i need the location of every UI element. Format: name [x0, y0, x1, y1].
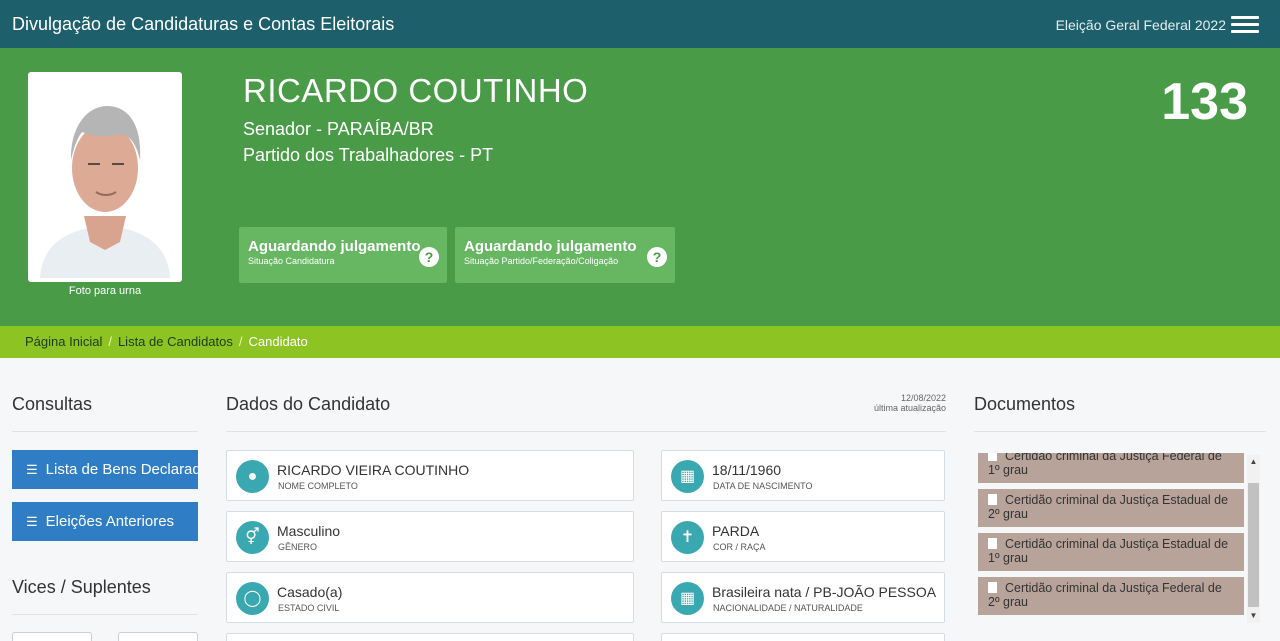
field-value: RICARDO VIEIRA COUTINHO	[277, 462, 470, 478]
candidate-header: Foto para urna RICARDO COUTINHO Senador …	[0, 48, 1280, 326]
breadcrumb-home[interactable]: Página Inicial	[25, 334, 102, 349]
candidate-number: 133	[1161, 73, 1248, 131]
button-label: Lista de Bens Declarados	[45, 461, 198, 478]
candidate-photo	[28, 72, 182, 282]
top-navbar: Divulgação de Candidaturas e Contas Elei…	[0, 0, 1280, 48]
candidate-office: Senador - PARAÍBA/BR	[243, 119, 434, 139]
scroll-thumb[interactable]	[1248, 483, 1259, 607]
status-title: Aguardando julgamento	[464, 238, 637, 255]
field-label: DATA DE NASCIMENTO	[713, 481, 813, 491]
field-nacionalidade: ▦ Brasileira nata / PB-JOÃO PESSOA NACIO…	[661, 572, 945, 623]
question-circle-icon[interactable]: ?	[647, 247, 667, 267]
photo-caption: Foto para urna	[68, 285, 142, 297]
field-value: PARDA	[712, 523, 760, 539]
document-label: Certidão criminal da Justiça Estadual de…	[988, 537, 1229, 565]
file-icon	[988, 494, 997, 505]
file-icon	[988, 538, 997, 549]
status-subtitle: Situação Partido/Federação/Coligação	[464, 256, 619, 266]
candidate-name: RICARDO COUTINHO	[243, 72, 589, 109]
field-nome-completo: ● RICARDO VIEIRA COUTINHO NOME COMPLETO	[226, 450, 634, 501]
field-label: ESTADO CIVIL	[278, 603, 340, 613]
list-icon: ☰	[26, 514, 38, 529]
status-title: Aguardando julgamento	[248, 238, 421, 255]
breadcrumb-candidate-list[interactable]: Lista de Candidatos	[118, 334, 233, 349]
document-item[interactable]: Certidão criminal da Justiça Federal de …	[978, 577, 1244, 615]
field-label: COR / RAÇA	[713, 542, 766, 552]
divider	[226, 431, 946, 432]
field-cor-raca: ✝ PARDA COR / RAÇA	[661, 511, 945, 562]
file-icon	[988, 453, 997, 461]
field-estado-civil: ◯ Casado(a) ESTADO CIVIL	[226, 572, 634, 623]
map-icon: ▦	[671, 582, 704, 615]
vices-title: Vices / Suplentes	[12, 577, 151, 597]
suplente-card[interactable]	[118, 632, 198, 641]
breadcrumb: Página Inicial / Lista de Candidatos / Candi…	[0, 326, 1280, 358]
candidate-portrait-image	[32, 76, 178, 278]
scroll-up-icon[interactable]: ▲	[1247, 457, 1260, 466]
calendar-icon: ▦	[671, 460, 704, 493]
status-candidatura: Aguardando julgamento Situação Candidatu…	[239, 227, 447, 283]
document-item[interactable]: Certidão criminal da Justiça Estadual de…	[978, 533, 1244, 571]
field-card-partial	[226, 633, 634, 641]
user-icon: ●	[236, 460, 269, 493]
scroll-down-icon[interactable]: ▼	[1247, 611, 1260, 620]
document-item[interactable]: Certidão criminal da Justiça Estadual de…	[978, 489, 1244, 527]
field-value: Brasileira nata / PB-JOÃO PESSOA	[712, 584, 937, 600]
ring-icon: ◯	[236, 582, 269, 615]
status-subtitle: Situação Candidatura	[248, 256, 335, 266]
breadcrumb-current: Candidato	[248, 334, 308, 349]
candidate-party: Partido dos Trabalhadores - PT	[243, 145, 494, 165]
eleicoes-anteriores-button[interactable]: ☰ Eleições Anteriores	[12, 502, 198, 541]
field-genero: ⚥ Masculino GÊNERO	[226, 511, 634, 562]
person-icon: ✝	[671, 521, 704, 554]
app-title[interactable]: Divulgação de Candidaturas e Contas Elei…	[12, 14, 394, 35]
question-circle-icon[interactable]: ?	[419, 247, 439, 267]
election-name: Eleição Geral Federal 2022	[1055, 17, 1226, 33]
divider	[974, 431, 1266, 432]
last-update: 12/08/2022 última atualização	[874, 393, 946, 413]
breadcrumb-separator: /	[238, 334, 243, 349]
suplente-card[interactable]	[12, 632, 92, 641]
hamburger-menu-icon[interactable]	[1231, 16, 1259, 34]
documents-scrollbar[interactable]: ▲ ▼	[1247, 455, 1260, 623]
dados-title: Dados do Candidato	[226, 394, 391, 414]
breadcrumb-separator: /	[108, 334, 112, 349]
document-label: Certidão criminal da Justiça Federal de …	[988, 453, 1222, 477]
document-label: Certidão criminal da Justiça Federal de …	[988, 581, 1222, 609]
file-icon	[988, 582, 997, 593]
field-card-partial	[661, 633, 945, 641]
field-value: 18/11/1960	[712, 462, 782, 478]
lista-bens-button[interactable]: ☰ Lista de Bens Declarados	[12, 450, 198, 489]
documentos-title: Documentos	[974, 394, 1076, 414]
gender-icon: ⚥	[236, 521, 269, 554]
field-label: GÊNERO	[278, 542, 318, 552]
list-icon: ☰	[26, 462, 38, 477]
documents-list: Certidão criminal da Justiça Federal de …	[976, 453, 1261, 623]
field-data-nascimento: ▦ 18/11/1960 DATA DE NASCIMENTO	[661, 450, 945, 501]
document-label: Certidão criminal da Justiça Estadual de…	[988, 493, 1229, 521]
consultas-title: Consultas	[12, 394, 93, 414]
divider	[12, 431, 198, 432]
button-label: Eleições Anteriores	[45, 513, 175, 530]
field-label: NOME COMPLETO	[278, 481, 358, 491]
field-value: Masculino	[277, 523, 341, 539]
update-label: última atualização	[873, 403, 946, 413]
divider	[12, 614, 198, 615]
field-label: NACIONALIDADE / NATURALIDADE	[713, 603, 863, 613]
status-partido: Aguardando julgamento Situação Partido/F…	[455, 227, 675, 283]
update-date: 12/08/2022	[900, 393, 946, 403]
field-value: Casado(a)	[277, 584, 343, 600]
document-item[interactable]: Certidão criminal da Justiça Federal de …	[978, 453, 1244, 483]
